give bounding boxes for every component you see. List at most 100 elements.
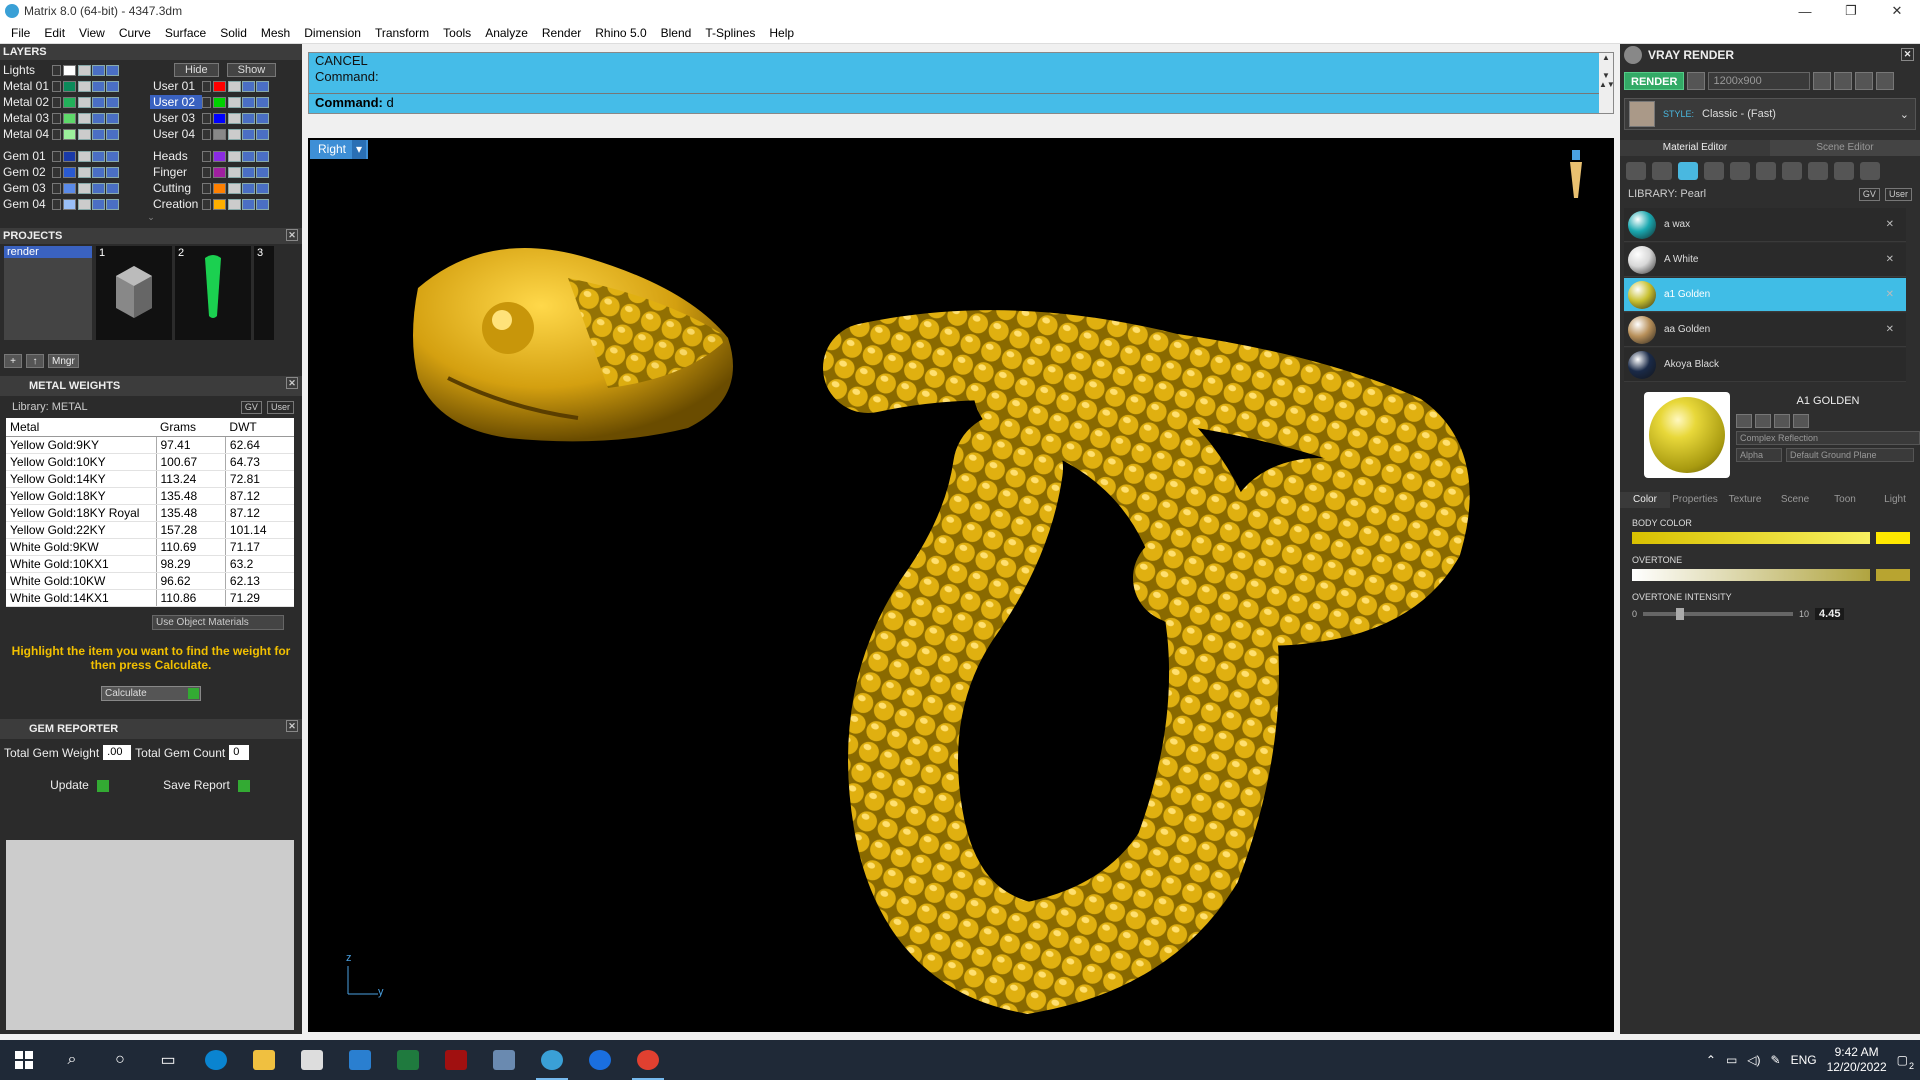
layer-arrow-icon[interactable] bbox=[52, 96, 61, 108]
table-row[interactable]: Yellow Gold:18KY 135.48 87.12 bbox=[6, 487, 294, 505]
paint-app-icon[interactable] bbox=[480, 1040, 528, 1080]
app-red-icon[interactable] bbox=[432, 1040, 480, 1080]
layer-row[interactable]: Metal 02 bbox=[0, 94, 150, 110]
paint-icon[interactable] bbox=[1834, 162, 1854, 180]
table-row[interactable]: Yellow Gold:10KY 100.67 64.73 bbox=[6, 453, 294, 471]
lock-icon[interactable] bbox=[78, 96, 91, 108]
lock-icon[interactable] bbox=[78, 80, 91, 92]
project-list[interactable]: render bbox=[4, 246, 92, 340]
layer-name[interactable]: Gem 02 bbox=[0, 165, 52, 179]
layer-name[interactable]: User 01 bbox=[150, 79, 202, 93]
table-row[interactable]: Yellow Gold:18KY Royal 135.48 87.12 bbox=[6, 504, 294, 522]
project-list-item[interactable]: render bbox=[4, 246, 92, 258]
menu-item-curve[interactable]: Curve bbox=[112, 26, 158, 40]
material-list-item[interactable]: Akoya Black bbox=[1624, 348, 1906, 382]
layer-name[interactable]: User 04 bbox=[150, 127, 202, 141]
menu-item-transform[interactable]: Transform bbox=[368, 26, 436, 40]
viewport-right[interactable]: Right z y bbox=[308, 138, 1614, 1032]
grid-icon[interactable] bbox=[1876, 72, 1895, 90]
resolution-select[interactable]: 1200x900 bbox=[1708, 72, 1811, 90]
body-color-slider[interactable] bbox=[1632, 531, 1910, 545]
layer-color-swatch[interactable] bbox=[63, 96, 76, 108]
menu-item-view[interactable]: View bbox=[72, 26, 112, 40]
layer-row[interactable]: Gem 03 bbox=[0, 180, 150, 196]
lock-icon[interactable] bbox=[78, 182, 91, 194]
layer-color-swatch[interactable] bbox=[63, 182, 76, 194]
alpha-select[interactable]: Alpha bbox=[1736, 448, 1782, 462]
visibility-icon[interactable] bbox=[92, 112, 105, 124]
project-thumb-3[interactable]: 3 bbox=[254, 246, 274, 340]
layer-name[interactable]: Creation bbox=[150, 197, 202, 211]
layer-arrow-icon[interactable] bbox=[202, 150, 211, 162]
layer-name[interactable]: Gem 03 bbox=[0, 181, 52, 195]
layer-arrow-icon[interactable] bbox=[202, 182, 211, 194]
fire-icon[interactable] bbox=[1626, 162, 1646, 180]
lock-icon[interactable] bbox=[78, 150, 91, 162]
select-icon[interactable] bbox=[256, 128, 269, 140]
layer-color-swatch[interactable] bbox=[63, 64, 76, 76]
layer-name[interactable]: Metal 01 bbox=[0, 79, 52, 93]
tab-properties[interactable]: Properties bbox=[1670, 492, 1720, 508]
tab-color[interactable]: Color bbox=[1620, 492, 1670, 508]
layer-color-swatch[interactable] bbox=[213, 150, 226, 162]
visibility-icon[interactable] bbox=[242, 80, 255, 92]
layer-arrow-icon[interactable] bbox=[202, 198, 211, 210]
visibility-icon[interactable] bbox=[242, 150, 255, 162]
layer-row[interactable]: Gem 04 bbox=[0, 196, 150, 212]
layer-row[interactable]: User 03 bbox=[150, 110, 300, 126]
visibility-icon[interactable] bbox=[242, 166, 255, 178]
layer-color-swatch[interactable] bbox=[63, 150, 76, 162]
material-list-item[interactable]: a1 Golden ✕ bbox=[1624, 278, 1906, 312]
visibility-icon[interactable] bbox=[92, 198, 105, 210]
layer-arrow-icon[interactable] bbox=[52, 150, 61, 162]
lock-icon[interactable] bbox=[228, 182, 241, 194]
clock[interactable]: 9:42 AM 12/20/2022 bbox=[1827, 1045, 1887, 1075]
select-icon[interactable] bbox=[256, 182, 269, 194]
ground-plane-select[interactable]: Default Ground Plane bbox=[1786, 448, 1914, 462]
layer-arrow-icon[interactable] bbox=[52, 182, 61, 194]
save-icon[interactable] bbox=[1736, 414, 1752, 428]
visibility-icon[interactable] bbox=[92, 96, 105, 108]
table-row[interactable]: White Gold:10KW 96.62 62.13 bbox=[6, 572, 294, 590]
update-button[interactable]: Update bbox=[50, 777, 111, 794]
task-view-icon[interactable]: ▭ bbox=[144, 1040, 192, 1080]
select-icon[interactable] bbox=[106, 96, 119, 108]
layer-name[interactable]: Metal 02 bbox=[0, 95, 52, 109]
menu-item-mesh[interactable]: Mesh bbox=[254, 26, 297, 40]
menu-item-dimension[interactable]: Dimension bbox=[297, 26, 368, 40]
layer-arrow-icon[interactable] bbox=[52, 198, 61, 210]
layer-name[interactable]: User 03 bbox=[150, 111, 202, 125]
lock-icon[interactable] bbox=[228, 128, 241, 140]
table-row[interactable]: Yellow Gold:9KY 97.41 62.64 bbox=[6, 436, 294, 454]
layer-color-swatch[interactable] bbox=[63, 80, 76, 92]
layer-color-swatch[interactable] bbox=[213, 166, 226, 178]
texture-icon[interactable] bbox=[1782, 162, 1802, 180]
lock-icon[interactable] bbox=[78, 198, 91, 210]
tab-light[interactable]: Light bbox=[1870, 492, 1920, 508]
menu-item-solid[interactable]: Solid bbox=[213, 26, 254, 40]
layer-color-swatch[interactable] bbox=[213, 80, 226, 92]
lock-icon[interactable] bbox=[228, 198, 241, 210]
material-list-item[interactable]: a wax ✕ bbox=[1624, 208, 1906, 242]
user-button[interactable]: User bbox=[1884, 187, 1912, 201]
delete-icon[interactable]: ✕ bbox=[1886, 254, 1894, 265]
grid-icon[interactable] bbox=[1756, 162, 1776, 180]
layer-arrow-icon[interactable] bbox=[52, 80, 61, 92]
pen-icon[interactable]: ✎ bbox=[1771, 1053, 1781, 1067]
layer-name[interactable]: Cutting bbox=[150, 181, 202, 195]
tab-scene-editor[interactable]: Scene Editor bbox=[1770, 140, 1920, 156]
select-icon[interactable] bbox=[256, 112, 269, 124]
rewind-icon[interactable] bbox=[1813, 72, 1832, 90]
select-icon[interactable] bbox=[106, 198, 119, 210]
layer-row[interactable]: Metal 03 bbox=[0, 110, 150, 126]
close-icon[interactable]: ✕ bbox=[286, 229, 298, 241]
menu-item-blend[interactable]: Blend bbox=[654, 26, 699, 40]
select-icon[interactable] bbox=[106, 150, 119, 162]
column-header[interactable]: Grams bbox=[156, 418, 226, 437]
list-icon[interactable] bbox=[1855, 72, 1874, 90]
select-icon[interactable] bbox=[106, 112, 119, 124]
close-button[interactable]: ✕ bbox=[1874, 0, 1920, 22]
layer-arrow-icon[interactable] bbox=[52, 166, 61, 178]
close-icon[interactable]: ✕ bbox=[286, 377, 298, 389]
volume-icon[interactable]: ◁) bbox=[1747, 1053, 1760, 1067]
